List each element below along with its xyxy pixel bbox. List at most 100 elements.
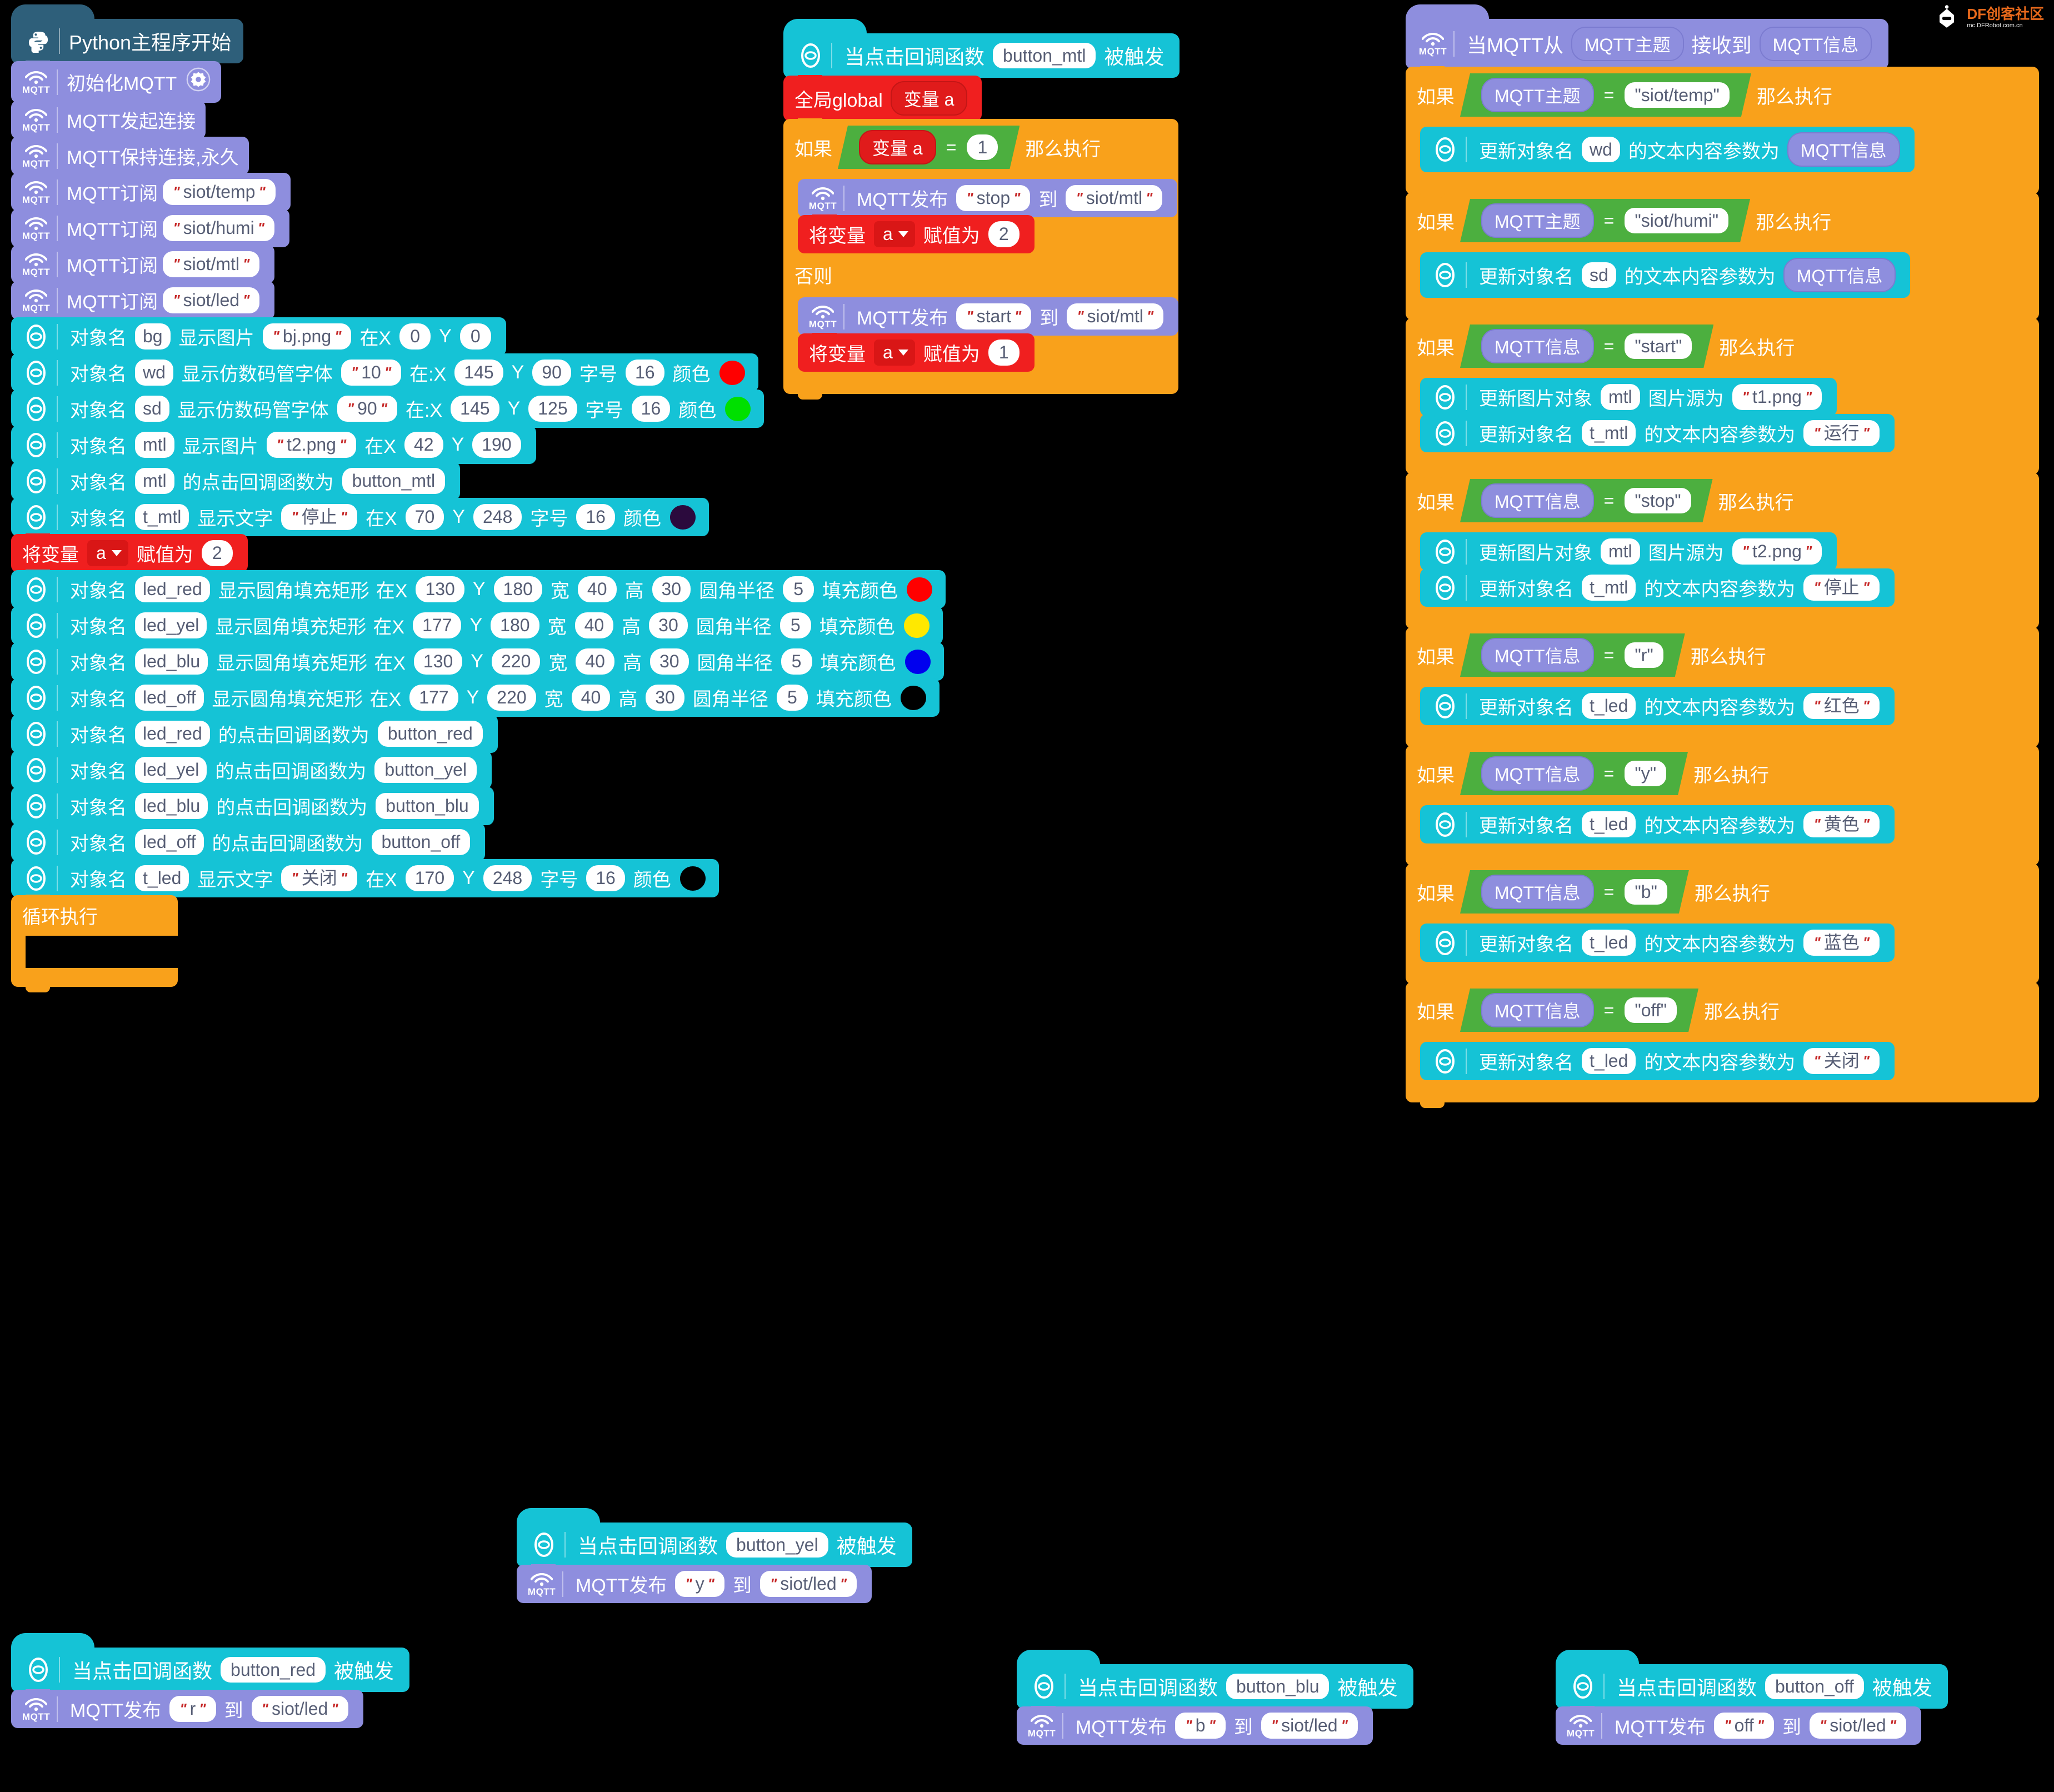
y-field[interactable]: 0 <box>459 323 491 350</box>
x-field[interactable]: 70 <box>405 504 444 530</box>
object-name-field[interactable]: bg <box>135 323 171 350</box>
variable-reporter[interactable]: 变量 a <box>890 81 968 116</box>
if-block[interactable]: 如果 MQTT主题 = "siot/temp" 那么执行 更新对象名 wd 的文… <box>1406 66 2039 200</box>
publish-topic-field[interactable]: " siot/led " <box>1261 1713 1358 1739</box>
text-value-field[interactable]: " 停止 " <box>281 504 358 530</box>
height-field[interactable]: 30 <box>652 576 691 602</box>
show-seg-font-block[interactable]: 对象名 sd 显示仿数码管字体 " 90 " 在:X 145 Y 125 字号 16… <box>11 389 764 433</box>
y-field[interactable]: 248 <box>473 504 522 530</box>
if-block[interactable]: 如果 MQTT主题 = "siot/humi" 那么执行 更新对象名 sd 的文… <box>1406 192 2039 326</box>
y-field[interactable]: 180 <box>493 576 542 602</box>
show-text-block[interactable]: 对象名 t_mtl 显示文字 " 停止 " 在X 70 Y 248 字号 16 颜色 <box>11 497 709 542</box>
color-swatch[interactable] <box>719 360 745 385</box>
image-src-field[interactable]: " t1.png " <box>1732 384 1822 410</box>
object-name-field[interactable]: t_mtl <box>135 504 189 530</box>
object-name-field[interactable]: t_mtl <box>1582 575 1636 601</box>
equals-condition[interactable]: MQTT信息 = "stop" <box>1460 479 1713 522</box>
object-name-field[interactable]: t_mtl <box>1582 420 1636 446</box>
update-text-block[interactable]: 更新对象名 wd 的文本内容参数为 MQTT信息 <box>1420 127 1915 172</box>
show-image-block[interactable]: 对象名 mtl 显示图片 " t2.png " 在X 42 Y 190 <box>11 425 536 470</box>
callback-name-field[interactable]: button_blu <box>1226 1673 1330 1700</box>
mqtt-message-reporter[interactable]: MQTT信息 <box>1481 756 1594 791</box>
x-field[interactable]: 42 <box>404 432 443 458</box>
radius-field[interactable]: 5 <box>781 648 812 675</box>
equals-condition[interactable]: MQTT信息 = "start" <box>1460 325 1713 368</box>
object-name-field[interactable]: wd <box>135 360 173 386</box>
publish-topic-field[interactable]: " siot/led " <box>251 1696 348 1722</box>
set-click-callback-block[interactable]: 对象名 led_red 的点击回调函数为 button_red <box>11 714 498 758</box>
mqtt-publish-block[interactable]: MQTT MQTT发布 " y " 到 " siot/led " <box>517 1564 872 1603</box>
mqtt-message-reporter[interactable]: MQTT信息 <box>1481 875 1594 909</box>
fill-color-swatch[interactable] <box>907 577 933 602</box>
subscribe-topic-field[interactable]: " siot/mtl " <box>163 251 260 277</box>
publish-message-field[interactable]: " start " <box>956 303 1032 330</box>
object-name-field[interactable]: t_led <box>1582 930 1636 956</box>
update-text-block[interactable]: 更新对象名 t_led 的文本内容参数为 " 关闭 " <box>1420 1042 1895 1080</box>
publish-message-field[interactable]: " off " <box>1714 1713 1774 1739</box>
y-field[interactable]: 248 <box>483 865 532 891</box>
mqtt-keepalive-block[interactable]: MQTT MQTT保持连接,永久 <box>11 136 249 181</box>
mqtt-subscribe-block[interactable]: MQTT MQTT订阅 " siot/humi " <box>11 208 290 253</box>
global-variable-block[interactable]: 全局global 变量 a <box>783 75 982 127</box>
y-field[interactable]: 220 <box>487 685 536 711</box>
object-name-field[interactable]: wd <box>1582 136 1620 163</box>
subscribe-topic-field[interactable]: " siot/led " <box>163 287 260 313</box>
subscribe-topic-field[interactable]: " siot/humi " <box>163 215 275 241</box>
object-name-field[interactable]: mtl <box>1601 384 1640 410</box>
object-name-field[interactable]: sd <box>135 396 169 422</box>
when-click-callback-hat[interactable]: 当点击回调函数 button_yel 被触发 <box>517 1508 912 1573</box>
set-click-callback-block[interactable]: 对象名 led_yel 的点击回调函数为 button_yel <box>11 750 492 795</box>
set-variable-block[interactable]: 将变量 a 赋值为 2 <box>798 214 1035 253</box>
compare-value-field[interactable]: "off" <box>1625 997 1677 1024</box>
update-text-block[interactable]: 更新对象名 t_led 的文本内容参数为 " 黄色 " <box>1420 805 1895 843</box>
equals-condition[interactable]: MQTT主题 = "siot/humi" <box>1460 199 1750 242</box>
update-image-block[interactable]: 更新图片对象 mtl 图片源为 " t1.png " <box>1420 378 1837 422</box>
object-name-field[interactable]: led_off <box>135 685 204 711</box>
variable-dropdown[interactable]: a <box>87 540 128 566</box>
callback-name-field[interactable]: button_off <box>371 829 471 855</box>
publish-topic-field[interactable]: " siot/led " <box>759 1571 857 1597</box>
set-variable-block[interactable]: 将变量 a 赋值为 2 <box>11 533 248 578</box>
if-block[interactable]: 如果 MQTT信息 = "b" 那么执行 更新对象名 t_led 的文本内容参数… <box>1406 863 2039 990</box>
width-field[interactable]: 40 <box>571 685 611 711</box>
height-field[interactable]: 30 <box>649 612 688 638</box>
when-click-callback-hat[interactable]: 当点击回调函数 button_blu 被触发 <box>1017 1650 1413 1714</box>
text-value-field[interactable]: " 关闭 " <box>281 865 358 891</box>
width-field[interactable]: 40 <box>574 612 614 638</box>
mqtt-subscribe-block[interactable]: MQTT MQTT订阅 " siot/led " <box>11 281 275 325</box>
update-text-block[interactable]: 更新对象名 t_led 的文本内容参数为 " 蓝色 " <box>1420 924 1895 962</box>
python-main-hat-block[interactable]: Python主程序开始 <box>11 4 244 69</box>
fill-color-swatch[interactable] <box>903 613 929 638</box>
callback-name-field[interactable]: button_mtl <box>993 42 1096 69</box>
mqtt-message-reporter[interactable]: MQTT信息 <box>1787 132 1900 167</box>
color-swatch[interactable] <box>725 396 751 421</box>
text-value-field[interactable]: " 黄色 " <box>1803 811 1880 837</box>
object-name-field[interactable]: t_led <box>1582 693 1636 719</box>
mqtt-topic-reporter[interactable]: MQTT主题 <box>1481 203 1594 238</box>
update-text-block[interactable]: 更新对象名 sd 的文本内容参数为 MQTT信息 <box>1420 252 1911 298</box>
height-field[interactable]: 30 <box>646 685 684 711</box>
equals-condition[interactable]: MQTT信息 = "b" <box>1460 870 1689 914</box>
variable-value-field[interactable]: 2 <box>201 540 233 566</box>
publish-message-field[interactable]: " y " <box>675 1571 724 1597</box>
text-value-field[interactable]: " 红色 " <box>1803 693 1880 719</box>
show-round-rect-block[interactable]: 对象名 led_red 显示圆角填充矩形 在X 130 Y 180 宽 40 高… <box>11 570 946 614</box>
y-field[interactable]: 125 <box>528 396 577 422</box>
x-field[interactable]: 145 <box>454 360 503 386</box>
text-value-field[interactable]: " 蓝色 " <box>1803 930 1880 956</box>
image-src-field[interactable]: " bj.png " <box>262 323 352 350</box>
image-src-field[interactable]: " t2.png " <box>1732 538 1822 565</box>
color-swatch[interactable] <box>669 505 696 530</box>
set-click-callback-block[interactable]: 对象名 mtl 的点击回调函数为 button_mtl <box>11 461 461 506</box>
set-variable-block[interactable]: 将变量 a 赋值为 1 <box>798 333 1035 372</box>
callback-name-field[interactable]: button_yel <box>726 1531 828 1558</box>
show-round-rect-block[interactable]: 对象名 led_blu 显示圆角填充矩形 在X 130 Y 220 宽 40 高… <box>11 642 944 686</box>
mqtt-publish-block[interactable]: MQTT MQTT发布 " off " 到 " siot/led " <box>1556 1706 1922 1745</box>
object-name-field[interactable]: sd <box>1582 262 1616 288</box>
if-else-block[interactable]: 如果 变量 a = 1 那么执行 MQTT MQTT发布 " stop " 到 " s… <box>783 118 1179 400</box>
publish-topic-field[interactable]: " siot/led " <box>1809 1713 1907 1739</box>
equals-condition[interactable]: MQTT信息 = "off" <box>1460 989 1698 1032</box>
variable-value-field[interactable]: 2 <box>988 221 1019 247</box>
image-src-field[interactable]: " t2.png " <box>266 432 357 458</box>
font-size-field[interactable]: 16 <box>576 504 615 530</box>
